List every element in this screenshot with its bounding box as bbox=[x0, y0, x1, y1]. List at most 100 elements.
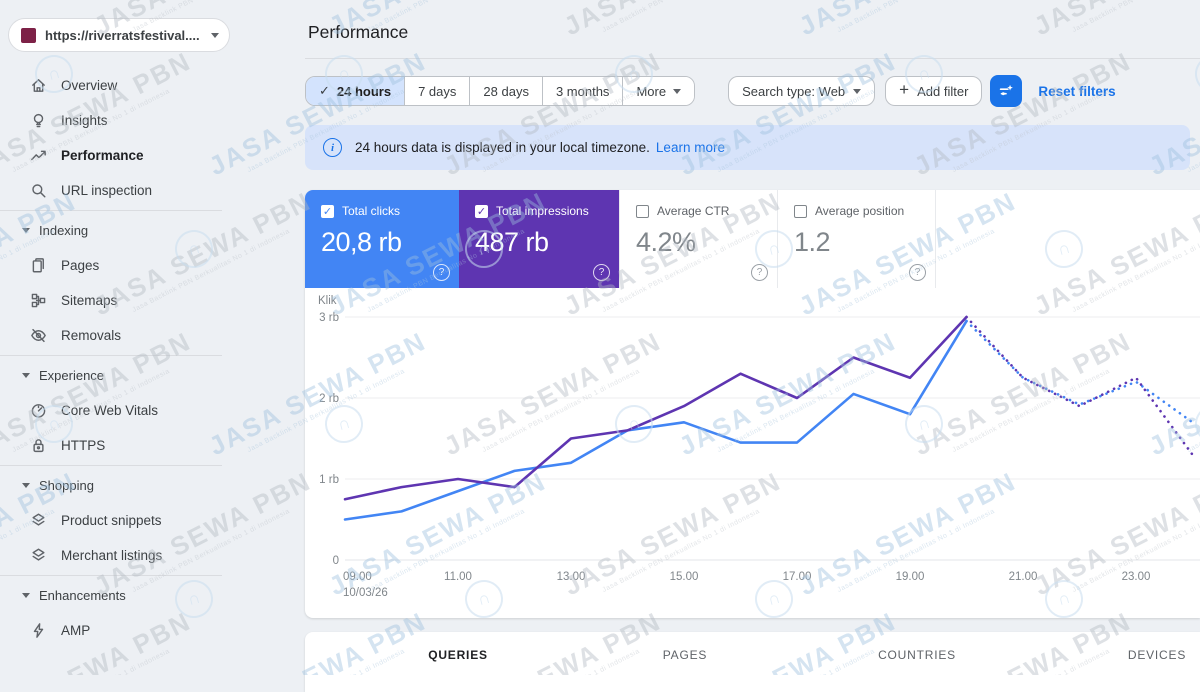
date-tab-28-days[interactable]: 28 days bbox=[470, 77, 543, 105]
sidebar-item-core-web-vitals[interactable]: Core Web Vitals bbox=[0, 393, 290, 428]
sitemap-icon bbox=[29, 291, 48, 310]
sidebar-group-enhancements[interactable]: Enhancements bbox=[0, 578, 290, 613]
tune-filters-button[interactable] bbox=[990, 75, 1022, 107]
date-tab-7-days[interactable]: 7 days bbox=[405, 77, 470, 105]
tab-pages[interactable]: PAGES bbox=[663, 648, 707, 662]
chevron-down-icon bbox=[22, 228, 30, 233]
y-tick-label: 0 bbox=[333, 555, 339, 567]
clicks-impressions-chart: 3 rb2 rb1 rb0Klik09.0010/03/2611.0013.00… bbox=[305, 288, 1200, 618]
chevron-down-icon bbox=[22, 373, 30, 378]
info-icon: i bbox=[323, 138, 342, 157]
metric-value: 1.2 bbox=[794, 227, 935, 258]
reset-filters-link[interactable]: Reset filters bbox=[1038, 84, 1115, 99]
metric-card-total-impressions[interactable]: ✓Total impressions487 rb? bbox=[459, 190, 619, 288]
sidebar-divider bbox=[0, 465, 222, 466]
sidebar-item-label: Core Web Vitals bbox=[61, 403, 158, 418]
series-total-clicks-remaining-hours- bbox=[967, 321, 1193, 422]
x-tick-label: 11.00 bbox=[444, 571, 472, 583]
sidebar-item-url-inspection[interactable]: URL inspection bbox=[0, 173, 290, 208]
help-icon[interactable]: ? bbox=[909, 264, 926, 281]
metric-label: Total impressions bbox=[496, 204, 589, 218]
metric-cards-row: ✓Total clicks20,8 rb?✓Total impressions4… bbox=[305, 190, 1200, 288]
date-tab-24-hours[interactable]: ✓ 24 hours bbox=[306, 77, 405, 105]
checkbox-checked-icon[interactable]: ✓ bbox=[321, 205, 334, 218]
x-tick-label: 13.00 bbox=[557, 571, 586, 583]
sidebar-item-pages[interactable]: Pages bbox=[0, 248, 290, 283]
checkbox-unchecked-icon[interactable] bbox=[794, 205, 807, 218]
tab-countries[interactable]: COUNTRIES bbox=[878, 648, 956, 662]
date-tab-label: 7 days bbox=[418, 84, 456, 99]
search-type-label: Search type: Web bbox=[742, 84, 845, 99]
page-title: Performance bbox=[308, 22, 408, 43]
learn-more-link[interactable]: Learn more bbox=[656, 140, 725, 155]
bolt-icon bbox=[29, 621, 48, 640]
metric-row-filler bbox=[935, 190, 1200, 288]
y-tick-label: 3 rb bbox=[319, 312, 339, 324]
chevron-down-icon bbox=[22, 593, 30, 598]
sidebar-item-performance[interactable]: Performance bbox=[0, 138, 290, 173]
sidebar-group-indexing[interactable]: Indexing bbox=[0, 213, 290, 248]
performance-chart-card: ✓Total clicks20,8 rb?✓Total impressions4… bbox=[305, 190, 1200, 618]
x-tick-label: 09.00 bbox=[343, 571, 372, 583]
metric-card-total-clicks[interactable]: ✓Total clicks20,8 rb? bbox=[305, 190, 459, 288]
x-tick-label: 19.00 bbox=[896, 571, 925, 583]
sidebar-divider bbox=[0, 575, 222, 576]
speedometer-icon bbox=[29, 401, 48, 420]
sidebar-group-experience[interactable]: Experience bbox=[0, 358, 290, 393]
performance-icon bbox=[29, 146, 48, 165]
date-tab-3-months[interactable]: 3 months bbox=[543, 77, 623, 105]
sidebar-item-label: Performance bbox=[61, 148, 144, 163]
sidebar-item-https[interactable]: HTTPS bbox=[0, 428, 290, 463]
sidebar-group-shopping[interactable]: Shopping bbox=[0, 468, 290, 503]
search-type-chip[interactable]: Search type: Web bbox=[728, 76, 875, 106]
help-icon[interactable]: ? bbox=[593, 264, 610, 281]
sidebar-item-label: Removals bbox=[61, 328, 121, 343]
property-url: https://riverratsfestival.... bbox=[45, 28, 202, 43]
sidebar-item-sitemaps[interactable]: Sitemaps bbox=[0, 283, 290, 318]
dimension-tabs-card: QUERIES PAGES COUNTRIES DEVICES bbox=[305, 632, 1200, 692]
series-total-clicks bbox=[345, 321, 967, 519]
x-tick-label: 15.00 bbox=[670, 571, 699, 583]
checkbox-checked-icon[interactable]: ✓ bbox=[475, 205, 488, 218]
sidebar-item-product-snippets[interactable]: Product snippets bbox=[0, 503, 290, 538]
chevron-down-icon bbox=[211, 33, 219, 38]
property-selector[interactable]: https://riverratsfestival.... bbox=[8, 18, 230, 52]
date-range-tabs: ✓ 24 hours 7 days 28 days3 months More bbox=[305, 76, 695, 106]
metric-card-average-position[interactable]: Average position1.2? bbox=[777, 190, 935, 288]
tab-queries[interactable]: QUERIES bbox=[428, 648, 488, 662]
checkbox-unchecked-icon[interactable] bbox=[636, 205, 649, 218]
tab-devices[interactable]: DEVICES bbox=[1128, 648, 1186, 662]
help-icon[interactable]: ? bbox=[433, 264, 450, 281]
sidebar-item-label: URL inspection bbox=[61, 183, 152, 198]
sidebar-group-label: Shopping bbox=[39, 478, 94, 493]
layers-icon bbox=[29, 546, 48, 565]
layers-icon bbox=[29, 511, 48, 530]
chevron-down-icon bbox=[853, 89, 861, 94]
help-icon[interactable]: ? bbox=[751, 264, 768, 281]
series-total-impressions bbox=[345, 317, 967, 499]
metric-value: 20,8 rb bbox=[321, 227, 459, 258]
metric-card-average-ctr[interactable]: Average CTR4.2%? bbox=[619, 190, 777, 288]
sidebar-item-amp[interactable]: AMP bbox=[0, 613, 290, 648]
series-total-impressions-remaining-hours- bbox=[967, 317, 1193, 455]
sidebar-divider bbox=[0, 210, 222, 211]
sidebar-item-overview[interactable]: Overview bbox=[0, 68, 290, 103]
watermark-text: JASA SEWA PBNJasa Backlink PBN Berkualit… bbox=[560, 0, 790, 48]
header-divider bbox=[305, 58, 1200, 59]
sidebar-item-insights[interactable]: Insights bbox=[0, 103, 290, 138]
sidebar-item-label: AMP bbox=[61, 623, 90, 638]
check-icon: ✓ bbox=[319, 83, 330, 99]
eye-off-icon bbox=[29, 326, 48, 345]
sidebar-item-merchant-listings[interactable]: Merchant listings bbox=[0, 538, 290, 573]
more-label: More bbox=[636, 84, 666, 99]
add-filter-button[interactable]: + Add filter bbox=[885, 76, 982, 106]
sidebar-item-label: HTTPS bbox=[61, 438, 105, 453]
sidebar-item-removals[interactable]: Removals bbox=[0, 318, 290, 353]
date-tab-more[interactable]: More bbox=[623, 77, 694, 105]
date-tab-label: 24 hours bbox=[337, 84, 391, 99]
performance-chart-svg: 3 rb2 rb1 rb0Klik09.0010/03/2611.0013.00… bbox=[305, 288, 1200, 618]
sidebar-item-label: Merchant listings bbox=[61, 548, 162, 563]
y-tick-label: 2 rb bbox=[319, 393, 339, 405]
x-tick-label: 23.00 bbox=[1122, 571, 1151, 583]
metric-value: 4.2% bbox=[636, 227, 777, 258]
